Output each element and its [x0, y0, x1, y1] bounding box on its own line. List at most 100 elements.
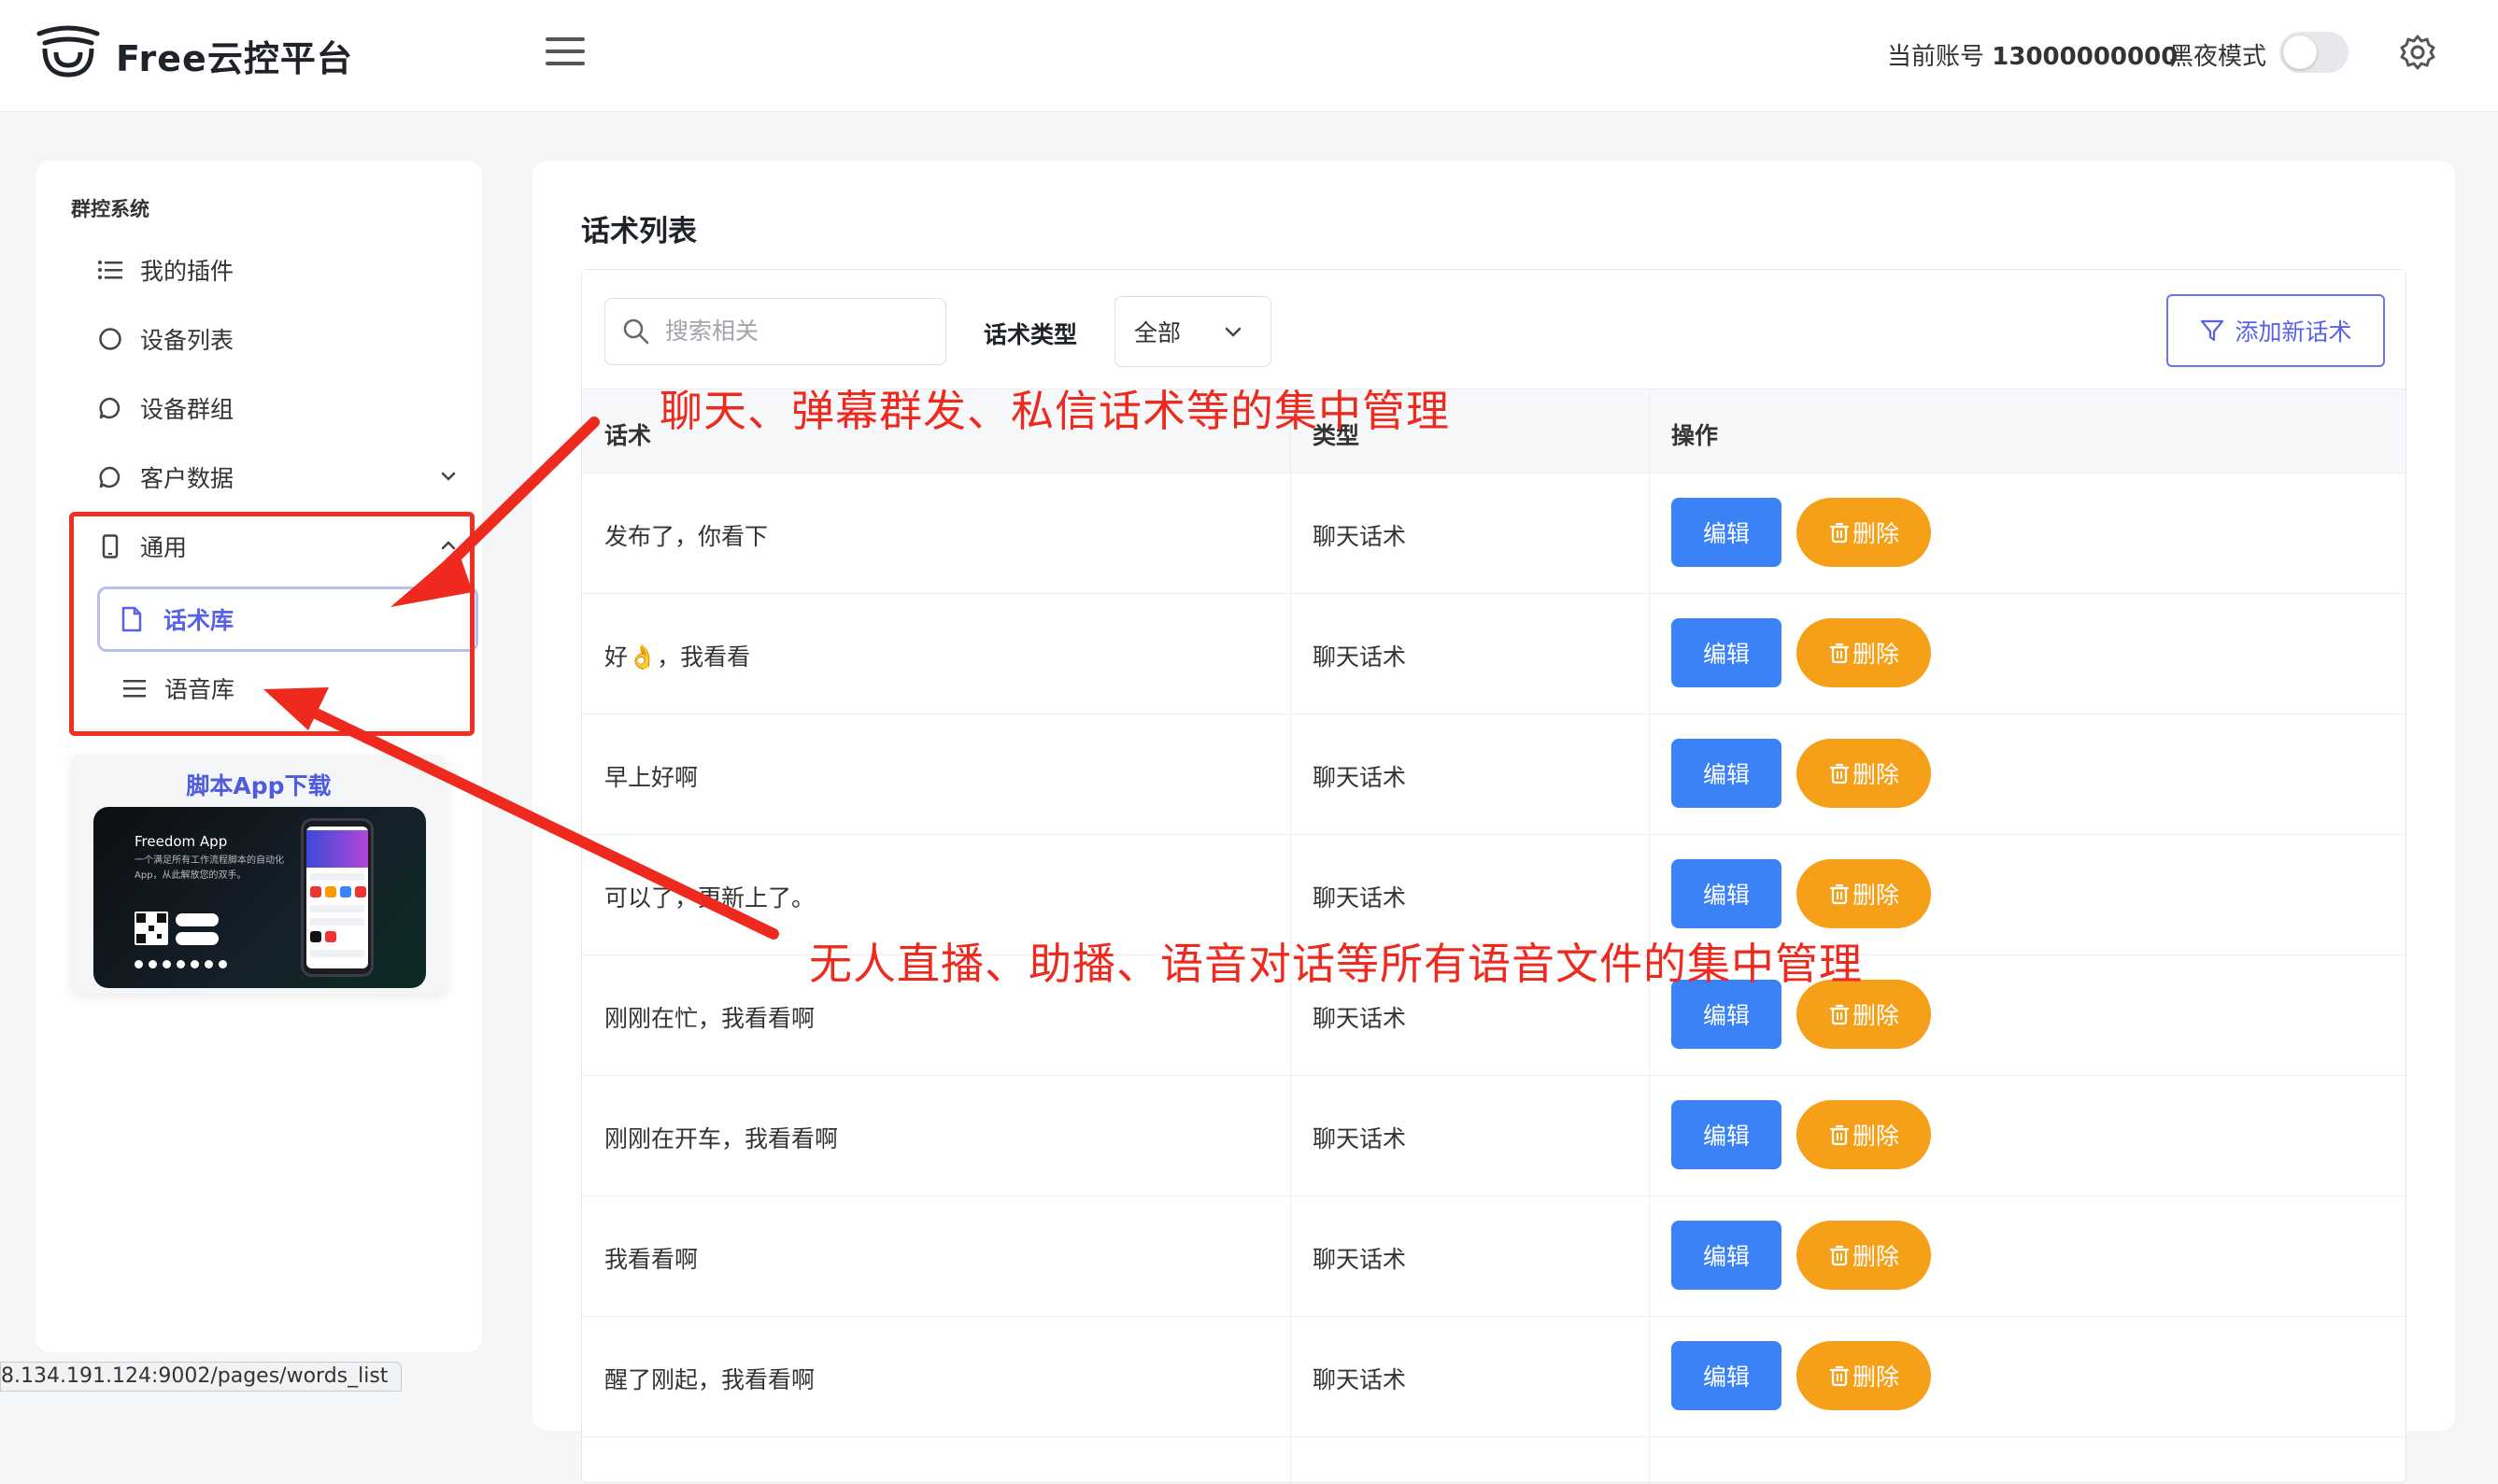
add-button-label: 添加新话术 — [2235, 318, 2352, 346]
script-text-cell: 可以了，更新上了。 — [604, 884, 816, 912]
edit-button[interactable]: 编辑 — [1671, 859, 1781, 928]
sidebar-item-device-groups[interactable]: 设备群组 — [97, 385, 234, 431]
qr-code-icon — [135, 912, 168, 945]
banner-title: Freedom App — [135, 833, 228, 850]
table-toolbar: 话术类型 全部 添加新话术 — [582, 270, 2406, 389]
table-row: 我看看啊 聊天话术 编辑 删除 — [582, 1196, 2406, 1317]
delete-button[interactable]: 删除 — [1796, 739, 1931, 808]
search-icon — [622, 318, 650, 346]
table-row: 刚刚在开车，我看看啊 聊天话术 编辑 删除 — [582, 1076, 2406, 1196]
sidebar-item-label: 设备列表 — [140, 327, 234, 354]
edit-button[interactable]: 编辑 — [1671, 1100, 1781, 1169]
sidebar-section-title: 群控系统 — [71, 198, 149, 220]
script-type-cell: 聊天话术 — [1313, 1246, 1407, 1273]
delete-label: 删除 — [1852, 883, 1899, 909]
trash-icon — [1828, 1244, 1851, 1266]
delete-label: 删除 — [1852, 642, 1899, 668]
banner-subtitle: 一个满足所有工作流程脚本的自动化App，从此解放您的双手。 — [135, 855, 284, 881]
chat-bubble-icon — [97, 395, 123, 421]
delete-label: 删除 — [1852, 762, 1899, 788]
edit-button[interactable]: 编辑 — [1671, 739, 1781, 808]
chat-bubble-icon — [97, 464, 123, 490]
table-row: 好👌，我看看 聊天话术 编辑 删除 — [582, 594, 2406, 714]
chevron-down-icon — [437, 465, 460, 488]
sidebar-item-label: 客户数据 — [140, 465, 234, 492]
edit-button[interactable]: 编辑 — [1671, 1221, 1781, 1290]
script-type-cell: 聊天话术 — [1313, 523, 1407, 550]
filter-icon — [2199, 318, 2225, 344]
app-banner-image[interactable]: Freedom App 一个满足所有工作流程脚本的自动化App，从此解放您的双手… — [93, 807, 426, 988]
list-icon — [97, 257, 123, 283]
delete-button[interactable]: 删除 — [1796, 1221, 1931, 1290]
script-type-select[interactable]: 全部 — [1114, 296, 1271, 367]
trash-icon — [1828, 521, 1851, 544]
script-type-cell: 聊天话术 — [1313, 1125, 1407, 1152]
script-type-cell: 聊天话术 — [1313, 764, 1407, 791]
store-badge-icon — [176, 932, 219, 945]
main-panel: 话术列表 话术类型 全部 添加新话术 — [532, 161, 2455, 1484]
logo-icon[interactable] — [35, 24, 101, 78]
search-box[interactable] — [604, 298, 946, 365]
page-title: 话术列表 — [581, 215, 697, 248]
chevron-down-icon — [1220, 319, 1246, 346]
delete-button[interactable]: 删除 — [1796, 618, 1931, 687]
edit-button[interactable]: 编辑 — [1671, 498, 1781, 567]
delete-label: 删除 — [1852, 521, 1899, 547]
app-download-link[interactable]: 脚本App下载 — [71, 768, 447, 801]
table-row: 早上好啊 聊天话术 编辑 删除 — [582, 714, 2406, 835]
delete-button[interactable]: 删除 — [1796, 1341, 1931, 1410]
account-info: 当前账号 13000000000 — [1887, 37, 2178, 72]
script-text-cell: 早上好啊 — [604, 764, 699, 791]
trash-icon — [1828, 1364, 1851, 1387]
sidebar-item-label: 我的插件 — [140, 258, 234, 285]
menu-toggle-icon[interactable] — [546, 37, 585, 67]
trash-icon — [1828, 883, 1851, 905]
script-text-cell: 刚刚在开车，我看看啊 — [604, 1125, 839, 1152]
dark-mode-label: 黑夜模式 — [2169, 43, 2267, 71]
delete-button[interactable]: 删除 — [1796, 498, 1931, 567]
sidebar-item-plugins[interactable]: 我的插件 — [97, 247, 234, 293]
delete-button[interactable]: 删除 — [1796, 859, 1931, 928]
delete-label: 删除 — [1852, 1244, 1899, 1270]
delete-label: 删除 — [1852, 1124, 1899, 1150]
select-value: 全部 — [1134, 319, 1182, 346]
script-text-cell: 好👌，我看看 — [604, 643, 751, 671]
delete-button[interactable]: 删除 — [1796, 1100, 1931, 1169]
script-text-cell: 发布了，你看下 — [604, 523, 769, 550]
sidebar-item-label: 设备群组 — [140, 396, 234, 423]
script-type-label: 话术类型 — [984, 321, 1078, 348]
highlight-box — [69, 512, 475, 736]
trash-icon — [1828, 642, 1851, 664]
script-text-cell: 醒了刚起，我看看啊 — [604, 1366, 816, 1393]
gear-icon[interactable] — [2399, 34, 2436, 71]
phone-mockup-icon — [301, 818, 374, 977]
circle-icon — [97, 326, 123, 352]
account-label: 当前账号 — [1887, 43, 1985, 71]
column-header-actions: 操作 — [1671, 422, 1719, 449]
script-text-cell: 刚刚在忙，我看看啊 — [604, 1005, 816, 1032]
trash-icon — [1828, 1003, 1851, 1025]
edit-button[interactable]: 编辑 — [1671, 618, 1781, 687]
column-header-script: 话术 — [604, 422, 652, 449]
delete-label: 删除 — [1852, 1364, 1899, 1391]
trash-icon — [1828, 762, 1851, 784]
search-input[interactable] — [665, 318, 917, 346]
sidebar: 群控系统 我的插件 设备列表 设备群组 客户数据 通用 话术库 语音库 脚本Ap… — [35, 161, 482, 1352]
feature-dots — [135, 960, 227, 968]
script-type-cell: 聊天话术 — [1313, 1366, 1407, 1393]
dark-mode-toggle[interactable] — [2279, 32, 2349, 73]
trash-icon — [1828, 1124, 1851, 1146]
delete-label: 删除 — [1852, 1003, 1899, 1029]
annotation-voice-library: 无人直播、助播、语音对话等所有语音文件的集中管理 — [809, 939, 1863, 989]
brand-title: Free云控平台 — [116, 38, 353, 79]
app-download-card: 脚本App下载 Freedom App 一个满足所有工作流程脚本的自动化App，… — [71, 755, 447, 994]
store-badge-icon — [176, 913, 219, 926]
add-script-button[interactable]: 添加新话术 — [2166, 294, 2385, 367]
sidebar-item-customer-data[interactable]: 客户数据 — [97, 454, 461, 501]
annotation-script-library: 聊天、弹幕群发、私信话术等的集中管理 — [660, 386, 1450, 436]
account-number: 13000000000 — [1992, 43, 2179, 71]
edit-button[interactable]: 编辑 — [1671, 1341, 1781, 1410]
table-row: 发布了，你看下 聊天话术 编辑 删除 — [582, 473, 2406, 594]
sidebar-item-devices[interactable]: 设备列表 — [97, 316, 234, 362]
top-header: Free云控平台 当前账号 13000000000 黑夜模式 — [0, 0, 2498, 112]
